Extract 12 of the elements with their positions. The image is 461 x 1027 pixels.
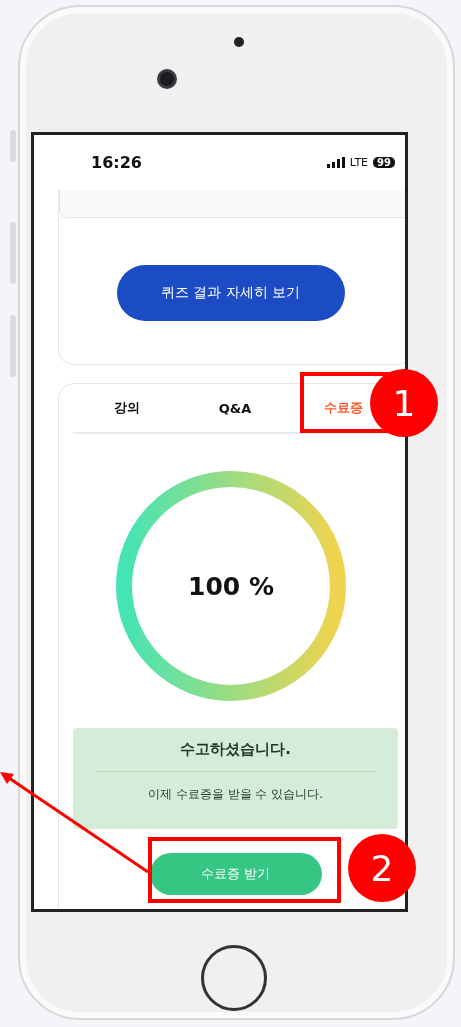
message-text: 이제 수료증을 받을 수 있습니다. — [147, 786, 324, 803]
battery-level: 99 — [373, 157, 395, 168]
quiz-result-button[interactable]: 퀴즈 결과 자세히 보기 — [116, 265, 345, 321]
status-time: 16:26 — [91, 153, 142, 172]
tab[interactable]: Q&A — [216, 396, 254, 420]
network-label: LTE — [349, 156, 369, 169]
tab[interactable]: 강의 — [112, 395, 142, 421]
progress-percent: 100 % — [187, 572, 274, 601]
camera-lens — [156, 69, 177, 89]
message-title: 수고하셨습니다. — [180, 740, 291, 759]
speaker-dot — [233, 37, 244, 47]
signal-icon — [326, 157, 345, 168]
